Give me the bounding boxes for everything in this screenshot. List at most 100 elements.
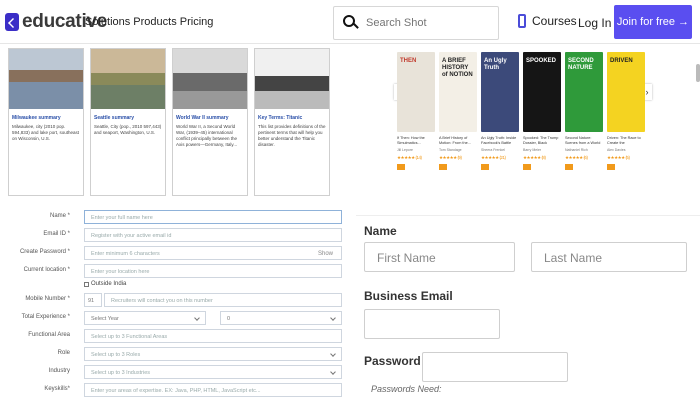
card-image xyxy=(91,49,165,109)
location-input[interactable]: Enter your location here xyxy=(84,264,342,278)
first-name-input[interactable]: First Name xyxy=(364,242,515,272)
star-rating-icon: ★★★★★ (8) xyxy=(523,155,561,161)
functional-select[interactable]: Select up to 3 Functional Areas xyxy=(84,329,342,343)
book-title: Driven: The Race to Create the Autonomo.… xyxy=(607,136,641,145)
chevron-down-icon xyxy=(194,315,200,321)
book-cover: SPOOKED xyxy=(523,52,561,132)
book-cover: THEN xyxy=(397,52,435,132)
free-badge xyxy=(397,164,405,170)
courses-link[interactable]: Courses xyxy=(518,14,577,28)
nav-links[interactable]: Solutions Products Pricing xyxy=(85,16,213,28)
cover-title: SPOOKED xyxy=(526,58,557,64)
card-seattle[interactable]: Seattle summary Seattle, City (pop., 201… xyxy=(90,48,166,196)
book-item[interactable]: SECOND NATURE Second Nature: Scenes from… xyxy=(565,52,603,170)
functional-label: Functional Area xyxy=(28,332,70,338)
experience-label: Total Experience * xyxy=(21,314,70,320)
name-label: Name xyxy=(364,224,397,238)
email-row: Email ID * Register with your active ema… xyxy=(0,228,350,244)
password-row: Create Password * Enter minimum 6 charac… xyxy=(0,246,350,262)
keyskills-input[interactable]: Enter your areas of expertise. EX: Java,… xyxy=(84,383,342,397)
rating-stars: ★★★★★ xyxy=(523,155,541,160)
country-code[interactable]: 91 xyxy=(84,293,102,307)
summary-cards: Milwaukee summary Milwaukee, city (2010 … xyxy=(8,48,348,198)
search-input[interactable] xyxy=(366,17,496,29)
star-rating-icon: ★★★★★ (5) xyxy=(607,155,645,161)
industry-select[interactable]: Select up to 3 Industries xyxy=(84,365,342,379)
logo-icon xyxy=(5,13,19,31)
star-rating-icon: ★★★★★ (14) xyxy=(397,155,435,161)
book-author: Alex Davies xyxy=(607,148,626,152)
card-title: Milwaukee summary xyxy=(12,115,61,121)
role-select[interactable]: Select up to 3 Roles xyxy=(84,347,342,361)
card-image xyxy=(173,49,247,109)
business-email-label: Business Email xyxy=(364,289,453,303)
card-wwii[interactable]: World War II summary World War II, a Sec… xyxy=(172,48,248,196)
search-box[interactable] xyxy=(333,6,499,40)
card-image xyxy=(9,49,83,109)
book-item[interactable]: THEN If Then: How the Simulmatics... Jil… xyxy=(397,52,435,170)
outside-india-label: Outside India xyxy=(91,281,127,287)
location-row: Current location * Enter your location h… xyxy=(0,264,350,280)
functional-row: Functional Area Select up to 3 Functiona… xyxy=(0,329,350,345)
book-author: Barry Meier xyxy=(523,148,542,152)
scrollbar[interactable] xyxy=(696,64,700,82)
search-icon xyxy=(340,12,362,34)
cover-title: THEN xyxy=(400,58,417,64)
star-rating-icon: ★★★★★ (6) xyxy=(565,155,603,161)
book-title: A Brief History of Motion: From the... xyxy=(439,136,471,145)
rating-count: (14) xyxy=(415,155,422,160)
keyskills-label: Keyskills* xyxy=(44,386,70,392)
login-link[interactable]: Log In xyxy=(578,16,611,30)
join-button[interactable]: Join for free → xyxy=(614,5,692,39)
name-label: Name * xyxy=(49,213,70,219)
free-badge xyxy=(481,164,489,170)
year-placeholder: Select Year xyxy=(91,316,119,322)
book-cover: SECOND NATURE xyxy=(565,52,603,132)
password-requirements-note: Passwords Need: xyxy=(371,384,442,394)
rating-stars: ★★★★★ xyxy=(439,155,457,160)
chevron-down-icon xyxy=(330,369,336,375)
card-title: Key Terms: Titanic xyxy=(258,115,303,121)
book-cover: An Ugly Truth xyxy=(481,52,519,132)
mobile-device-icon xyxy=(518,14,526,28)
cover-title: SECOND NATURE xyxy=(568,58,594,71)
free-badge xyxy=(607,164,615,170)
card-titanic[interactable]: Key Terms: Titanic This list provides de… xyxy=(254,48,330,196)
show-password-link[interactable]: Show xyxy=(318,251,333,257)
cover-title: An Ugly Truth xyxy=(484,58,507,71)
book-item[interactable]: DRIVEN Driven: The Race to Create the Au… xyxy=(607,52,645,170)
outside-india-checkbox-row[interactable]: Outside India xyxy=(84,281,126,287)
top-header: educative Solutions Products Pricing Cou… xyxy=(0,0,700,44)
rating-count: (5) xyxy=(625,155,630,160)
rating-stars: ★★★★★ xyxy=(397,155,415,160)
card-milwaukee[interactable]: Milwaukee summary Milwaukee, city (2010 … xyxy=(8,48,84,196)
book-item[interactable]: SPOOKED Spooked: The Trump Dossier, Blac… xyxy=(523,52,561,170)
industry-placeholder: Select up to 3 Industries xyxy=(91,370,151,376)
card-title: World War II summary xyxy=(176,115,229,121)
role-row: Role Select up to 3 Roles xyxy=(0,347,350,363)
industry-label: Industry xyxy=(48,368,70,374)
last-name-input[interactable]: Last Name xyxy=(531,242,687,272)
name-input[interactable]: Enter your full name here xyxy=(84,210,342,224)
mobile-label: Mobile Number * xyxy=(25,296,70,302)
mobile-input[interactable]: Recruiters will contact you on this numb… xyxy=(104,293,342,307)
password-input[interactable] xyxy=(422,352,568,382)
name-row: Name * Enter your full name here xyxy=(0,210,350,226)
month-select[interactable]: 0 xyxy=(220,311,342,325)
book-author: Tom Standage xyxy=(439,148,462,152)
password-input[interactable]: Enter minimum 6 characters Show xyxy=(84,246,342,260)
free-badge xyxy=(523,164,531,170)
book-item[interactable]: A BRIEF HISTORY of NOTION A Brief Histor… xyxy=(439,52,477,170)
industry-row: Industry Select up to 3 Industries xyxy=(0,365,350,381)
role-placeholder: Select up to 3 Roles xyxy=(91,352,141,358)
email-input[interactable]: Register with your active email id xyxy=(84,228,342,242)
rating-stars: ★★★★★ xyxy=(481,155,499,160)
book-author: Jill Lepore xyxy=(397,148,413,152)
registration-form: Name * Enter your full name here Email I… xyxy=(0,205,350,400)
book-item[interactable]: An Ugly Truth An Ugly Truth: Inside Face… xyxy=(481,52,519,170)
year-select[interactable]: Select Year xyxy=(84,311,206,325)
book-title: An Ugly Truth: Inside Facebook's Battle … xyxy=(481,136,517,145)
business-email-input[interactable] xyxy=(364,309,500,339)
outside-india-checkbox[interactable] xyxy=(84,281,89,287)
password-label: Password xyxy=(364,354,421,368)
